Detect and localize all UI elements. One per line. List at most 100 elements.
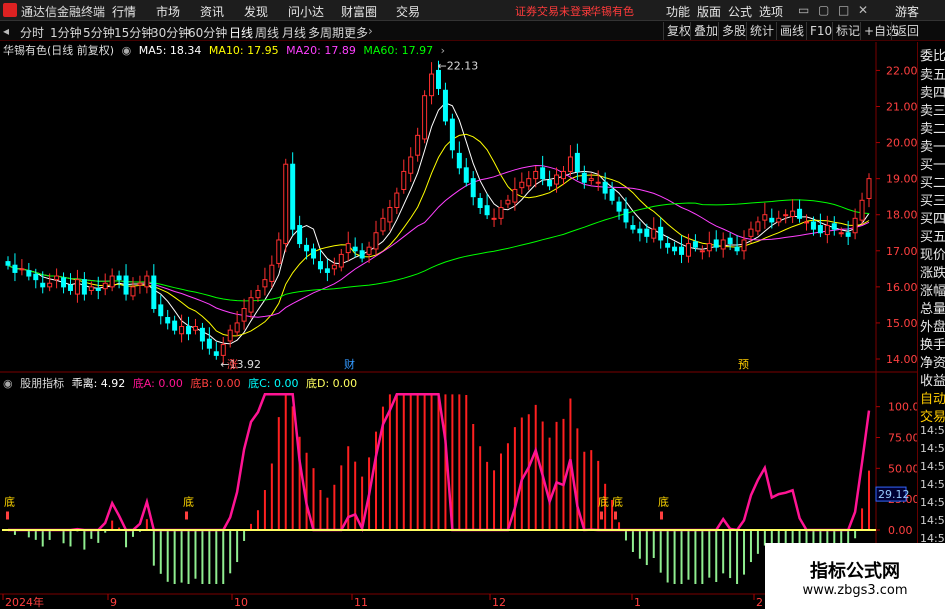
candle-body: [526, 178, 532, 187]
return-button[interactable]: 返回: [891, 22, 919, 40]
guest-label[interactable]: 游客: [895, 3, 919, 20]
f10-button[interactable]: F10: [806, 22, 832, 40]
candle-body: [179, 326, 185, 335]
menu-options[interactable]: 选项: [759, 3, 783, 20]
candle-body: [297, 225, 303, 245]
tab-period-1min[interactable]: 1分钟: [50, 24, 82, 41]
date-label: 9: [110, 596, 117, 609]
restore-rights-button[interactable]: 复权: [663, 22, 691, 40]
statistics-button[interactable]: 统计: [746, 22, 774, 40]
candle-body: [560, 170, 566, 180]
side-panel-item: 买五: [920, 230, 945, 245]
indicator-d: 底D: 0.00: [305, 377, 358, 390]
legend-settings-icon[interactable]: ◉: [122, 44, 132, 57]
menu-functions[interactable]: 功能: [666, 3, 690, 20]
login-notice[interactable]: 证券交易未登录: [515, 3, 592, 19]
indicator-settings-icon[interactable]: ◉: [3, 377, 13, 390]
indicator-legend: ◉ 股朋指标 乖离: 4.92 底A: 0.00 底B: 0.00 底C: 0.…: [3, 375, 361, 390]
overlay-button[interactable]: 叠加: [690, 22, 718, 40]
candle-body: [387, 207, 393, 223]
menu-market[interactable]: 市场: [156, 3, 180, 20]
candle-body: [220, 344, 226, 356]
tab-period-multi[interactable]: 多周期: [308, 24, 344, 41]
side-panel-item[interactable]: 交易: [920, 406, 945, 425]
restore-icon[interactable]: □: [838, 3, 849, 17]
candle-body: [630, 225, 636, 230]
candle-body: [359, 250, 365, 259]
back-icon[interactable]: ◂: [3, 24, 9, 38]
candle-body: [581, 172, 587, 183]
menu-layout[interactable]: 版面: [697, 3, 721, 20]
tab-period-more[interactable]: 更多: [344, 24, 368, 41]
candle-body: [442, 89, 448, 122]
candle-body: [345, 243, 351, 254]
candle-body: [755, 221, 761, 232]
tab-period-monthly[interactable]: 月线: [282, 24, 306, 41]
minimize-icon[interactable]: ▭: [798, 3, 809, 17]
candle-body: [227, 329, 233, 342]
tab-period-timeshare[interactable]: 分时: [20, 24, 44, 41]
candle-body: [26, 270, 32, 277]
side-panel-item: 14:56: [920, 460, 945, 473]
candle-body: [595, 181, 601, 184]
candle-body: [206, 338, 212, 349]
menu-discover[interactable]: 发现: [244, 3, 268, 20]
candle-body: [109, 275, 115, 288]
ma20-value: MA20: 17.89: [286, 44, 356, 57]
candle-body: [547, 179, 553, 187]
candle-body: [817, 225, 823, 234]
legend-expand-icon[interactable]: ›: [441, 44, 445, 57]
tab-period-60min[interactable]: 60分钟: [188, 24, 227, 41]
candle-body: [540, 167, 546, 180]
site-watermark: 指标公式网 www.zbgs3.com: [765, 543, 945, 609]
candle-body: [304, 244, 310, 252]
indicator-a: 底A: 0.00: [132, 377, 183, 390]
candle-body: [338, 253, 344, 268]
stock-name-title: 华锡有色: [590, 5, 634, 18]
tab-period-15min[interactable]: 15分钟: [114, 24, 153, 41]
candle-body: [463, 167, 469, 183]
candle-body: [401, 170, 407, 190]
tab-period-5min[interactable]: 5分钟: [83, 24, 115, 41]
main-legend: 华锡有色(日线 前复权) ◉ MA5: 18.34 MA10: 17.95 MA…: [3, 42, 449, 57]
candle-body: [741, 239, 747, 252]
draw-line-button[interactable]: 画线: [776, 22, 804, 40]
side-panel-item: 外盘: [920, 320, 945, 335]
maximize-icon[interactable]: ▢: [818, 3, 829, 17]
more-chevron-icon[interactable]: ›: [368, 24, 373, 38]
price-tick-label: 22.00: [886, 64, 917, 77]
menu-ask[interactable]: 问小达: [288, 3, 324, 20]
candle-body: [248, 297, 254, 313]
candle-body: [769, 217, 775, 223]
date-label: 12: [492, 596, 506, 609]
price-tick-label: 17.00: [886, 245, 917, 258]
candle-body: [283, 163, 289, 245]
candle-body: [255, 289, 261, 299]
multi-stock-button[interactable]: 多股: [718, 22, 746, 40]
bottom-signal-bar: [614, 511, 617, 520]
candle-body: [130, 286, 136, 297]
candle-body: [436, 69, 441, 89]
close-icon[interactable]: ✕: [858, 3, 868, 17]
kline-chart[interactable]: 底底底底底 22.0021.0020.0019.0018.0017.0016.0…: [0, 42, 917, 609]
bottom-signal-marker: 底: [598, 494, 609, 508]
side-panel-item: 卖五: [920, 68, 945, 83]
indicator-tick-label: 50.00: [888, 462, 917, 475]
candle-body: [116, 275, 122, 281]
menu-news[interactable]: 资讯: [200, 3, 224, 20]
ma5-line: [7, 102, 870, 345]
indicator-tick-label: 75.00: [888, 432, 917, 445]
menu-wealth[interactable]: 财富圈: [341, 3, 377, 20]
bottom-signal-bar: [6, 511, 9, 520]
menu-trade[interactable]: 交易: [396, 3, 420, 20]
tab-period-daily[interactable]: 日线: [229, 24, 253, 41]
tab-period-30min[interactable]: 30分钟: [151, 24, 190, 41]
menu-formula[interactable]: 公式: [728, 3, 752, 20]
side-panel-item: 卖二: [920, 122, 945, 137]
menu-market-quotes[interactable]: 行情: [112, 3, 136, 20]
tab-period-weekly[interactable]: 周线: [255, 24, 279, 41]
mark-button[interactable]: 标记: [832, 22, 860, 40]
candle-body: [533, 170, 539, 180]
side-panel-item[interactable]: 自动: [920, 388, 945, 407]
candle-body: [456, 152, 462, 169]
